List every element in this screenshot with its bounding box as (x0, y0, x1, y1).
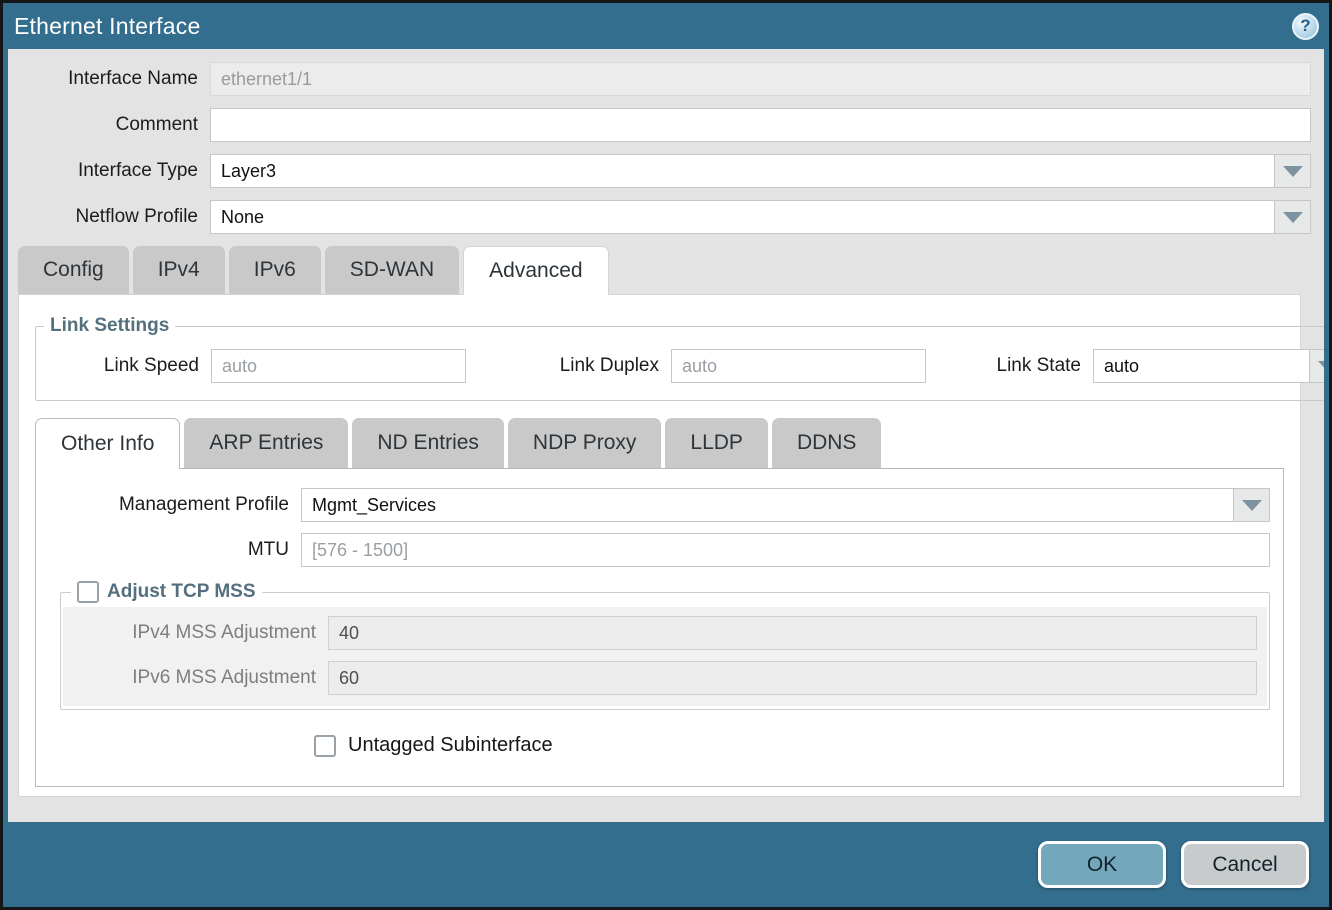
chevron-down-icon (1283, 212, 1303, 223)
mtu-row: MTU (36, 533, 1270, 567)
ipv4-mss-row: IPv4 MSS Adjustment (63, 616, 1257, 650)
link-state-label: Link State (988, 355, 1093, 377)
chevron-down-icon (1318, 361, 1325, 372)
other-info-panel: Management Profile MTU Adjust TCP MSS (35, 468, 1284, 787)
ipv6-mss-row: IPv6 MSS Adjustment (63, 661, 1257, 695)
management-profile-row: Management Profile (36, 488, 1270, 522)
untagged-subinterface-label: Untagged Subinterface (348, 734, 553, 757)
tab-lldp[interactable]: LLDP (665, 418, 768, 468)
tab-advanced[interactable]: Advanced (463, 246, 608, 295)
ipv4-mss-label: IPv4 MSS Adjustment (63, 622, 328, 644)
management-profile-value[interactable] (301, 488, 1233, 522)
interface-type-select[interactable] (210, 154, 1311, 188)
sub-tab-bar: Other Info ARP Entries ND Entries NDP Pr… (35, 418, 1284, 468)
mtu-input[interactable] (301, 533, 1270, 567)
link-settings-row: Link Speed Link Duplex Link State (36, 349, 1324, 383)
title-bar: Ethernet Interface ? (3, 3, 1329, 49)
tab-ipv4[interactable]: IPv4 (133, 246, 225, 294)
management-profile-label: Management Profile (36, 494, 301, 516)
management-profile-dropdown-button[interactable] (1233, 488, 1270, 522)
main-tab-bar: Config IPv4 IPv6 SD-WAN Advanced (8, 246, 1311, 294)
chevron-down-icon (1242, 500, 1262, 511)
tab-ipv6[interactable]: IPv6 (229, 246, 321, 294)
tab-other-info[interactable]: Other Info (35, 418, 180, 469)
management-profile-select[interactable] (301, 488, 1270, 522)
interface-name-row: Interface Name (8, 62, 1311, 96)
tab-ndp-proxy[interactable]: NDP Proxy (508, 418, 661, 468)
comment-input[interactable] (210, 108, 1311, 142)
interface-type-row: Interface Type (8, 154, 1311, 188)
mtu-label: MTU (36, 539, 301, 561)
tab-config[interactable]: Config (18, 246, 129, 294)
adjust-tcp-mss-legend: Adjust TCP MSS (71, 581, 262, 603)
dialog-title: Ethernet Interface (14, 13, 200, 40)
tab-sd-wan[interactable]: SD-WAN (325, 246, 459, 294)
link-settings-legend: Link Settings (44, 315, 175, 337)
link-speed-input[interactable] (211, 349, 466, 383)
tab-ddns[interactable]: DDNS (772, 418, 882, 468)
dialog-body: Interface Name Comment Interface Type Ne… (8, 49, 1324, 822)
netflow-profile-select[interactable] (210, 200, 1311, 234)
link-settings-fieldset: Link Settings Link Speed Link Duplex Lin… (35, 315, 1324, 401)
interface-type-dropdown-button[interactable] (1274, 154, 1311, 188)
untagged-subinterface-row: Untagged Subinterface (314, 734, 1270, 757)
help-icon[interactable]: ? (1292, 13, 1319, 40)
adjust-tcp-mss-fieldset: Adjust TCP MSS IPv4 MSS Adjustment IPv6 … (60, 581, 1270, 710)
ok-button[interactable]: OK (1038, 841, 1166, 888)
interface-type-value[interactable] (210, 154, 1274, 188)
ipv4-mss-input (328, 616, 1257, 650)
link-duplex-label: Link Duplex (511, 355, 671, 377)
tab-arp-entries[interactable]: ARP Entries (184, 418, 348, 468)
advanced-tab-panel: Link Settings Link Speed Link Duplex Lin… (18, 294, 1301, 797)
interface-name-label: Interface Name (8, 68, 210, 90)
link-speed-label: Link Speed (36, 355, 211, 377)
mss-disabled-group: IPv4 MSS Adjustment IPv6 MSS Adjustment (63, 607, 1267, 706)
netflow-profile-value[interactable] (210, 200, 1274, 234)
cancel-button[interactable]: Cancel (1181, 841, 1309, 888)
netflow-profile-row: Netflow Profile (8, 200, 1311, 234)
chevron-down-icon (1283, 166, 1303, 177)
link-state-dropdown-button[interactable] (1309, 349, 1324, 383)
untagged-subinterface-checkbox[interactable] (314, 735, 336, 757)
link-state-select[interactable] (1093, 349, 1324, 383)
dialog-footer: OK Cancel (3, 822, 1329, 907)
ipv6-mss-input (328, 661, 1257, 695)
link-state-value[interactable] (1093, 349, 1309, 383)
link-duplex-input[interactable] (671, 349, 926, 383)
interface-name-input (210, 62, 1311, 96)
netflow-profile-dropdown-button[interactable] (1274, 200, 1311, 234)
tab-nd-entries[interactable]: ND Entries (352, 418, 504, 468)
comment-label: Comment (8, 114, 210, 136)
interface-type-label: Interface Type (8, 160, 210, 182)
ipv6-mss-label: IPv6 MSS Adjustment (63, 667, 328, 689)
ethernet-interface-dialog: Ethernet Interface ? Interface Name Comm… (0, 0, 1332, 910)
adjust-tcp-mss-label: Adjust TCP MSS (107, 581, 256, 603)
comment-row: Comment (8, 108, 1311, 142)
netflow-profile-label: Netflow Profile (8, 206, 210, 228)
adjust-tcp-mss-checkbox[interactable] (77, 581, 99, 603)
